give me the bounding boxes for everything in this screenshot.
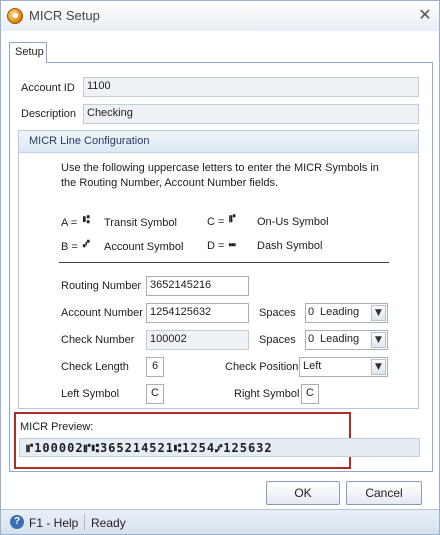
symbol-d-name: Dash Symbol <box>257 240 323 252</box>
check-position-label: Check Position <box>225 361 299 373</box>
check-spaces-select[interactable]: 0 Leading ▼ <box>305 330 388 350</box>
on-us-symbol-icon: ⑈ <box>229 212 236 225</box>
check-number-label: Check Number <box>61 334 135 346</box>
description-field[interactable]: Checking <box>83 104 419 124</box>
symbol-c-letter: C = <box>207 216 225 228</box>
close-icon[interactable]: ✕ <box>415 5 435 25</box>
left-symbol-input[interactable]: C <box>146 384 164 404</box>
account-id-label: Account ID <box>21 82 75 94</box>
dash-symbol-icon: ⑉ <box>229 236 236 249</box>
status-separator <box>84 514 85 530</box>
ok-button[interactable]: OK <box>266 481 340 505</box>
check-spaces-position: Leading <box>320 333 360 345</box>
window-title: MICR Setup <box>29 8 100 23</box>
chevron-down-icon[interactable]: ▼ <box>371 332 386 348</box>
symbol-a-letter: A = <box>61 217 78 229</box>
account-id-field[interactable]: 1100 <box>83 77 419 97</box>
status-text: Ready <box>91 516 126 530</box>
micr-instructions: Use the following uppercase letters to e… <box>61 162 379 189</box>
symbol-a-name: Transit Symbol <box>104 217 177 229</box>
check-position-select[interactable]: Left ▼ <box>299 357 388 377</box>
chevron-down-icon[interactable]: ▼ <box>371 359 386 375</box>
symbol-c-name: On-Us Symbol <box>257 216 329 228</box>
transit-symbol-icon: ⑆ <box>83 213 90 226</box>
routing-number-label: Routing Number <box>61 280 142 292</box>
micr-setup-window: MICR Setup ✕ Setup Account ID 1100 Descr… <box>0 0 440 535</box>
micr-config-heading: MICR Line Configuration <box>19 131 418 153</box>
left-symbol-label: Left Symbol <box>61 388 120 400</box>
account-symbol-icon: ⑇ <box>83 237 90 250</box>
check-spaces-label: Spaces <box>259 334 296 346</box>
help-link[interactable]: F1 - Help <box>29 516 78 530</box>
micr-preview-label: MICR Preview: <box>20 421 94 433</box>
check-length-input[interactable]: 6 <box>146 357 164 377</box>
symbol-d-letter: D = <box>207 240 225 252</box>
account-number-label: Account Number <box>61 307 143 319</box>
cancel-button[interactable]: Cancel <box>346 481 422 505</box>
tab-setup[interactable]: Setup <box>9 42 47 63</box>
account-spaces-select[interactable]: 0 Leading ▼ <box>305 303 388 323</box>
divider <box>59 262 389 263</box>
account-spaces-position: Leading <box>320 306 360 318</box>
check-number-field[interactable]: 100002 <box>146 330 249 350</box>
account-spaces-label: Spaces <box>259 307 296 319</box>
routing-number-input[interactable]: 3652145216 <box>146 276 249 296</box>
account-number-input[interactable]: 1254125632 <box>146 303 249 323</box>
right-symbol-label: Right Symbol <box>234 388 300 400</box>
right-symbol-input[interactable]: C <box>301 384 319 404</box>
symbol-b-name: Account Symbol <box>104 241 184 253</box>
chevron-down-icon[interactable]: ▼ <box>371 305 386 321</box>
help-icon[interactable]: ? <box>10 515 24 529</box>
micr-preview-line: ⑈100002⑈⑆365214521⑆1254⑇125632 <box>19 438 420 457</box>
symbol-b-letter: B = <box>61 241 78 253</box>
check-position-value: Left <box>303 360 322 372</box>
status-bar: ? F1 - Help Ready <box>1 509 439 534</box>
micr-app-icon <box>7 8 23 24</box>
check-length-label: Check Length <box>61 361 129 373</box>
title-bar: MICR Setup ✕ <box>1 1 439 31</box>
description-label: Description <box>21 108 77 120</box>
account-spaces-count: 0 <box>308 306 315 318</box>
check-spaces-count: 0 <box>308 333 315 345</box>
